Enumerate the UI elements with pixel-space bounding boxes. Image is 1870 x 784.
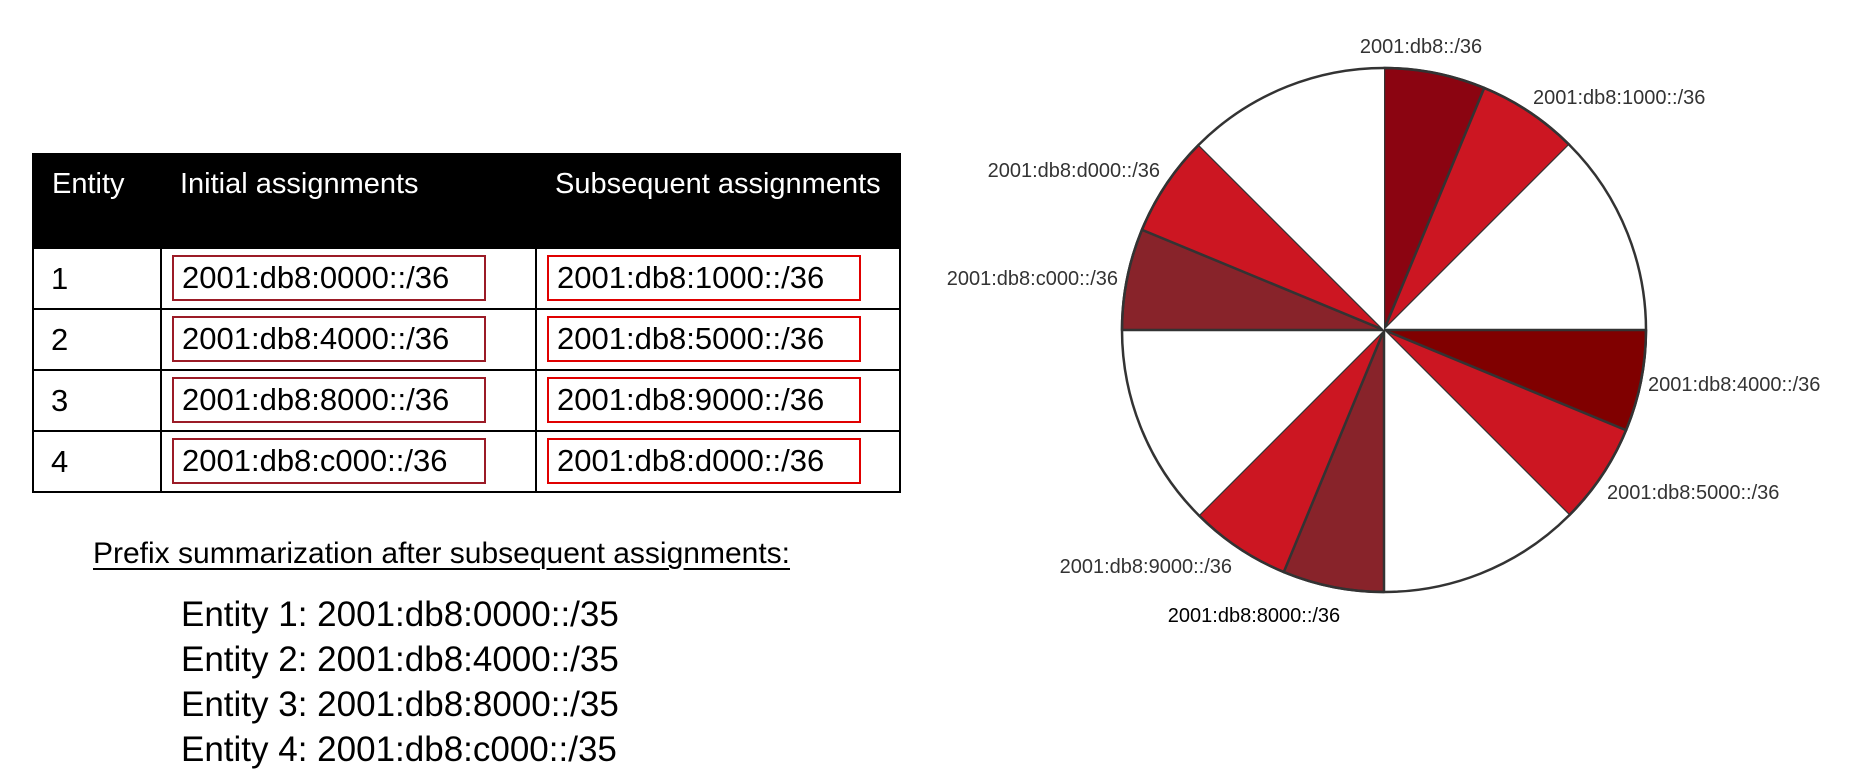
pie-slice-label: 2001:db8:4000::/36 xyxy=(1648,374,1820,396)
pie-slices xyxy=(1120,66,1648,594)
pie-slice-label: 2001:db8:c000::/36 xyxy=(947,268,1118,290)
pie-slice-label: 2001:db8:9000::/36 xyxy=(1060,556,1232,578)
pie-slice-label: 2001:db8::/36 xyxy=(1360,36,1482,58)
pie-slice-label: 2001:db8:5000::/36 xyxy=(1607,482,1779,504)
pie-slice-label: 2001:db8:d000::/36 xyxy=(988,160,1160,182)
address-space-pie: 2001:db8::/362001:db8:1000::/362001:db8:… xyxy=(947,36,1821,627)
pie-slice-label: 2001:db8:1000::/36 xyxy=(1533,87,1705,109)
pie-slice-label: 2001:db8:8000::/36 xyxy=(1168,605,1340,627)
